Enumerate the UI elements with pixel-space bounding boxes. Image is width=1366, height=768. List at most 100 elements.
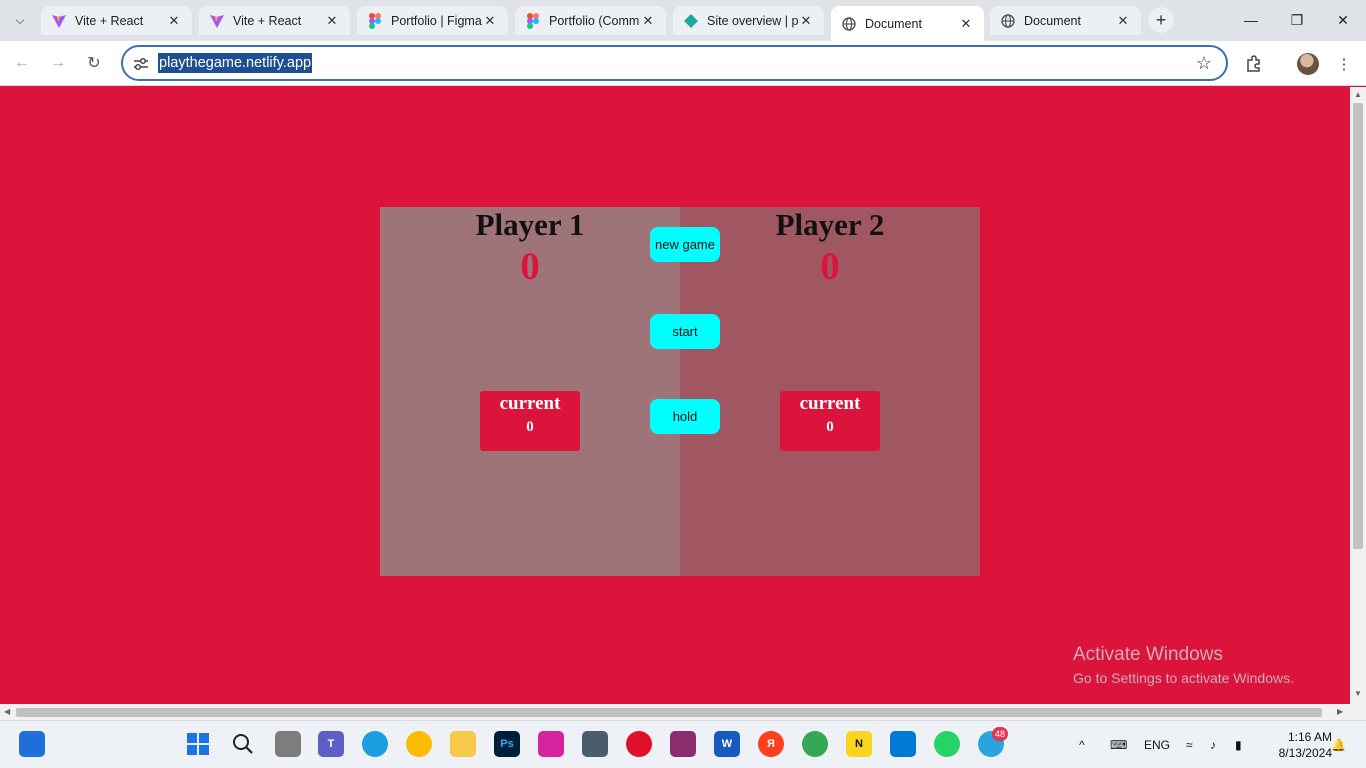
task-view-icon[interactable] <box>275 731 301 757</box>
vite-icon <box>209 13 225 29</box>
close-icon[interactable]: ✕ <box>958 16 974 32</box>
tab-document[interactable]: Document ✕ <box>990 6 1141 35</box>
wifi-icon[interactable]: ≈ <box>1186 721 1193 768</box>
restore-icon[interactable]: ❐ <box>1274 0 1320 40</box>
new-tab-plus-icon[interactable]: + <box>1148 7 1174 33</box>
instagram-icon[interactable] <box>538 731 564 757</box>
browser-toolbar: ← → ↻ playthegame.netlify.app ☆ ⋮ <box>0 41 1366 86</box>
app-n-icon[interactable]: N <box>846 731 872 757</box>
tab-title: Vite + React <box>75 13 144 28</box>
clock[interactable]: 1:16 AM 8/13/2024 <box>1262 729 1332 761</box>
back-arrow-icon[interactable]: ← <box>8 49 36 77</box>
close-icon[interactable]: ✕ <box>1115 13 1131 29</box>
tab-title: Vite + React <box>233 13 302 28</box>
site-settings-icon[interactable] <box>131 54 151 74</box>
notification-bell-icon[interactable]: 🔔 <box>1331 721 1346 768</box>
edge-icon[interactable] <box>362 731 388 757</box>
tab-title: Portfolio (Comm <box>549 13 640 28</box>
tab-vite-react-2[interactable]: Vite + React ✕ <box>199 6 350 35</box>
globe-icon <box>841 16 857 32</box>
close-icon[interactable]: ✕ <box>324 13 340 29</box>
current-label: current <box>799 393 861 414</box>
netlify-icon <box>683 13 699 29</box>
tab-title: Document <box>865 16 922 31</box>
horizontal-scrollbar[interactable]: ◀ ▶ <box>0 704 1366 720</box>
tab-vite-react-1[interactable]: Vite + React ✕ <box>41 6 192 35</box>
whatsapp-icon[interactable] <box>934 731 960 757</box>
vertical-scroll-thumb[interactable] <box>1353 103 1363 549</box>
new-game-button[interactable]: new game <box>650 227 720 262</box>
telegram-badge: 48 <box>992 727 1008 741</box>
yandex-icon[interactable]: Я <box>758 731 784 757</box>
watermark-subtitle: Go to Settings to activate Windows. <box>1073 670 1294 686</box>
clock-time: 1:16 AM <box>1287 730 1332 744</box>
player-2-score: 0 <box>820 245 840 288</box>
battery-icon[interactable]: ▮ <box>1235 721 1242 768</box>
language-indicator[interactable]: ENG <box>1144 721 1170 768</box>
horizontal-scroll-thumb[interactable] <box>16 708 1322 717</box>
watermark-title: Activate Windows <box>1073 644 1223 665</box>
file-explorer-icon[interactable] <box>450 731 476 757</box>
tab-title: Document <box>1024 13 1081 28</box>
tab-document-active[interactable]: Document ✕ <box>831 6 984 41</box>
teams-icon[interactable]: T <box>318 731 344 757</box>
widgets-icon[interactable] <box>19 731 45 757</box>
address-bar[interactable]: playthegame.netlify.app ☆ <box>121 45 1228 81</box>
vite-icon <box>51 13 67 29</box>
vertical-scrollbar[interactable]: ▲ ▼ <box>1350 87 1366 704</box>
clock-date: 8/13/2024 <box>1278 746 1332 760</box>
volume-icon[interactable]: ♪ <box>1210 721 1216 768</box>
chrome-icon[interactable] <box>406 731 432 757</box>
photoshop-icon[interactable]: Ps <box>494 731 520 757</box>
close-icon[interactable]: ✕ <box>166 13 182 29</box>
tab-title: Portfolio | Figma <box>391 13 482 28</box>
player-1-name: Player 1 <box>475 207 585 242</box>
winrar-icon[interactable] <box>670 731 696 757</box>
bookmark-star-icon[interactable]: ☆ <box>1196 53 1212 74</box>
vscode-icon[interactable] <box>890 731 916 757</box>
scroll-down-arrow-icon[interactable]: ▼ <box>1354 689 1362 698</box>
player-2-name: Player 2 <box>775 207 885 242</box>
activate-windows-watermark: Activate Windows Go to Settings to activ… <box>1073 643 1294 689</box>
tab-title: Site overview | p <box>707 13 798 28</box>
close-icon[interactable]: ✕ <box>798 13 814 29</box>
start-windows-icon[interactable] <box>185 731 211 757</box>
windows-taskbar: T Ps W Я N 48 ^ ⌨ ENG ≈ ♪ ▮ 1:16 AM 8/13… <box>0 720 1366 768</box>
profile-avatar[interactable] <box>1295 51 1321 77</box>
search-icon[interactable] <box>230 731 256 757</box>
reload-icon[interactable]: ↻ <box>80 49 108 77</box>
current-value: 0 <box>826 419 834 435</box>
hold-button[interactable]: hold <box>650 399 720 434</box>
tab-search-chevron-icon[interactable]: ⌵ <box>0 1 40 41</box>
figma-icon <box>367 12 383 29</box>
current-value: 0 <box>526 419 534 435</box>
player-1-current-box: current 0 <box>480 391 580 451</box>
opera-icon[interactable] <box>626 731 652 757</box>
scroll-right-arrow-icon[interactable]: ▶ <box>1337 707 1343 716</box>
tray-chevron-icon[interactable]: ^ <box>1079 721 1085 768</box>
forward-arrow-icon[interactable]: → <box>44 49 72 77</box>
current-label: current <box>499 393 561 414</box>
window-close-icon[interactable]: ✕ <box>1320 0 1366 40</box>
keyboard-icon[interactable]: ⌨ <box>1110 721 1127 768</box>
close-icon[interactable]: ✕ <box>640 13 656 29</box>
chrome-alt-icon[interactable] <box>802 731 828 757</box>
scroll-up-arrow-icon[interactable]: ▲ <box>1354 90 1362 99</box>
close-icon[interactable]: ✕ <box>482 13 498 29</box>
game-board: Player 1 0 current 0 Player 2 0 current … <box>380 207 980 576</box>
url-text[interactable]: playthegame.netlify.app <box>158 53 313 73</box>
git-tool-icon[interactable] <box>582 731 608 757</box>
tab-site-overview[interactable]: Site overview | p ✕ <box>673 6 824 35</box>
player-1-panel: Player 1 0 current 0 <box>380 207 680 576</box>
start-button[interactable]: start <box>650 314 720 349</box>
extensions-puzzle-icon[interactable] <box>1241 51 1267 77</box>
tab-portfolio-figma[interactable]: Portfolio | Figma ✕ <box>357 6 508 35</box>
minimize-icon[interactable]: — <box>1228 0 1274 40</box>
player-1-score: 0 <box>520 245 540 288</box>
globe-icon <box>1000 13 1016 29</box>
scroll-left-arrow-icon[interactable]: ◀ <box>4 707 10 716</box>
word-icon[interactable]: W <box>714 731 740 757</box>
player-2-panel: Player 2 0 current 0 <box>680 207 980 576</box>
tab-portfolio-community[interactable]: Portfolio (Comm ✕ <box>515 6 666 35</box>
menu-kebab-icon[interactable]: ⋮ <box>1331 51 1357 77</box>
